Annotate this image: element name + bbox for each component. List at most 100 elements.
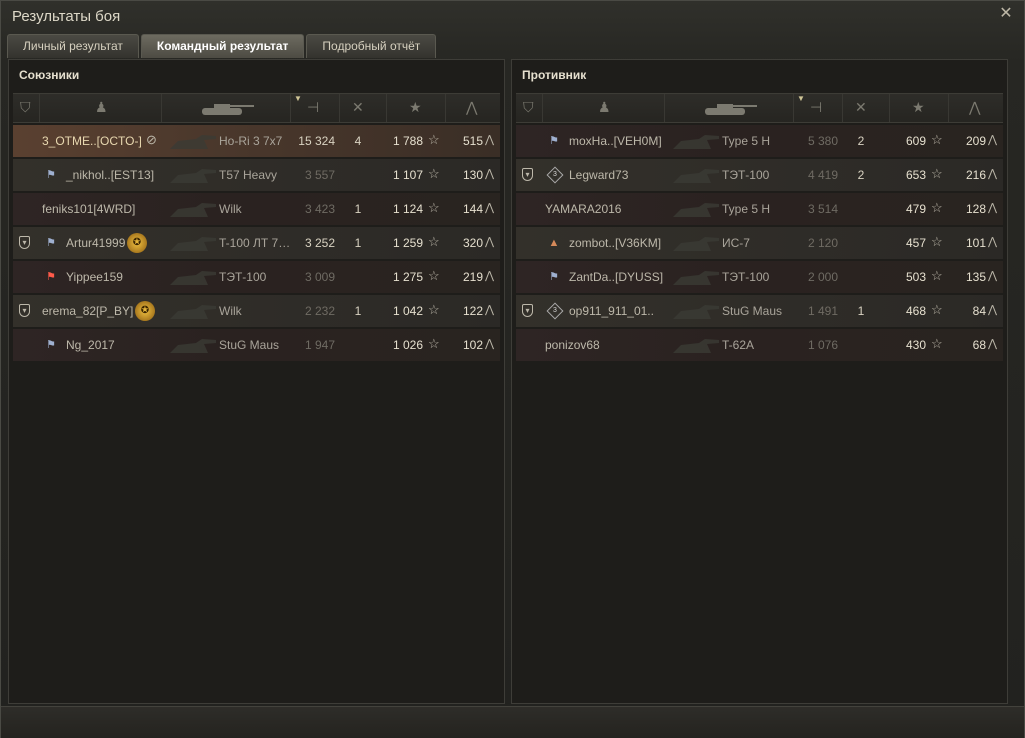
damage-column-header[interactable]: ▼ ⊣	[291, 94, 340, 122]
player-name: feniks101[4WRD]	[42, 202, 136, 216]
tank-silhouette-icon	[671, 127, 721, 155]
table-row[interactable]: ⚑ _nikhol..[EST13] T57 Heavy 3 557 1 107 ☆ 130…	[13, 159, 500, 191]
clan-column-header[interactable]: ⛉	[516, 94, 543, 122]
points-icon: ⋀	[485, 236, 495, 248]
table-row[interactable]: ⚑ ZantDa..[DYUSS] ТЭТ-100 2 000 503 ☆ 135 ⋀	[516, 261, 1003, 293]
xp-star-icon: ☆	[931, 166, 943, 181]
tank-silhouette-icon	[671, 297, 721, 325]
tank-name: ТЭТ-100	[722, 168, 770, 182]
table-row[interactable]: ▾ 3 Legward73 ТЭТ-100 4 419 2 653 ☆ 216 ⋀	[516, 159, 1003, 191]
tank-name: T-62A	[722, 338, 755, 352]
sort-arrow-icon: ▼	[294, 94, 302, 103]
points-value: 122	[462, 304, 483, 318]
tab-team-result[interactable]: Командный результат	[140, 34, 305, 58]
table-row[interactable]: ▾ 3 op911_911_01.. StuG Maus 1 491 1 468 ☆ 84 ⋀	[516, 295, 1003, 327]
table-row[interactable]: YAMARA2016 Type 5 H 3 514 479 ☆ 128 ⋀	[516, 193, 1003, 225]
tank-name: Type 5 H	[722, 134, 771, 148]
close-icon[interactable]: ✕	[998, 6, 1014, 22]
player-name: erema_82[P_BY]	[42, 304, 134, 318]
damage-value: 3 009	[304, 270, 335, 284]
xp-value: 653	[905, 168, 926, 182]
xp-star-icon: ☆	[428, 302, 440, 317]
damage-value: 1 491	[807, 304, 838, 318]
table-row[interactable]: feniks101[4WRD] Wilk 3 423 1 1 124 ☆ 144 ⋀	[13, 193, 500, 225]
points-icon: ⋀	[485, 270, 495, 282]
xp-value: 503	[905, 270, 926, 284]
tab-personal-result[interactable]: Личный результат	[7, 34, 139, 58]
tank-column-header[interactable]	[665, 94, 794, 122]
tank-silhouette-icon	[671, 263, 721, 291]
xp-value: 430	[905, 338, 926, 352]
xp-value: 1 788	[392, 134, 423, 148]
xp-star-icon: ☆	[931, 302, 943, 317]
points-value: 130	[462, 168, 483, 182]
points-value: 101	[965, 236, 986, 250]
player-column-header[interactable]: ♟	[40, 94, 162, 122]
rank-badge-icon: ⚑	[46, 339, 56, 351]
xp-column-header[interactable]: ★	[890, 94, 949, 122]
damage-value: 3 514	[807, 202, 838, 216]
xp-star-icon: ☆	[931, 200, 943, 215]
player-name: op911_911_01..	[569, 304, 654, 318]
damage-value: 3 423	[304, 202, 335, 216]
table-row[interactable]: ▾ erema_82[P_BY] Wilk 2 232 1 1 042 ☆ 122 ⋀ ✪	[13, 295, 500, 327]
damage-column-header[interactable]: ▼ ⊣	[794, 94, 843, 122]
player-name: Ng_2017	[66, 338, 115, 352]
tab-bar: Личный результат Командный результат Под…	[7, 34, 438, 58]
points-icon: ⋀	[988, 338, 998, 350]
table-row[interactable]: ponizov68 T-62A 1 076 430 ☆ 68 ⋀	[516, 329, 1003, 361]
tank-column-icon	[705, 104, 757, 115]
xp-value: 1 259	[392, 236, 423, 250]
rank-number: 3	[553, 307, 557, 314]
tank-silhouette-icon	[168, 229, 218, 257]
frags-value: 1	[354, 236, 362, 250]
player-column-icon: ♟	[598, 99, 611, 115]
xp-star-icon: ☆	[428, 132, 440, 147]
rank-badge-icon: ⚑	[46, 271, 56, 283]
table-row[interactable]: ⚑ Ng_2017 StuG Maus 1 947 1 026 ☆ 102 ⋀	[13, 329, 500, 361]
frags-column-header[interactable]: ✕	[340, 94, 387, 122]
tank-name: Wilk	[219, 304, 242, 318]
xp-column-header[interactable]: ★	[387, 94, 446, 122]
points-column-icon: ⋀	[969, 99, 981, 115]
xp-value: 609	[905, 134, 926, 148]
tab-detailed-report[interactable]: Подробный отчёт	[306, 34, 437, 58]
points-column-header[interactable]: ⋀	[949, 94, 1003, 122]
tank-name: StuG Maus	[219, 338, 280, 352]
tank-silhouette-icon	[671, 195, 721, 223]
clan-column-header[interactable]: ⛉	[13, 94, 40, 122]
points-icon: ⋀	[485, 338, 495, 350]
battle-results-window: Результаты боя ✕ Личный результат Команд…	[0, 0, 1025, 738]
frags-column-header[interactable]: ✕	[843, 94, 890, 122]
table-row[interactable]: 3_OTME..[OCTO-] Ho-Ri 3 7x7 15 324 4 1 788 ☆ 5…	[13, 125, 500, 157]
xp-value: 1 107	[392, 168, 423, 182]
points-value: 144	[462, 202, 483, 216]
bottom-bar	[1, 706, 1024, 738]
points-column-icon: ⋀	[466, 99, 478, 115]
tank-name: ТЭТ-100	[722, 270, 770, 284]
points-column-header[interactable]: ⋀	[446, 94, 500, 122]
player-column-header[interactable]: ♟	[543, 94, 665, 122]
damage-column-icon: ⊣	[307, 99, 320, 115]
player-name: _nikhol..[EST13]	[66, 168, 155, 182]
xp-star-icon: ☆	[931, 268, 943, 283]
medal-icon: ✪	[127, 233, 147, 253]
points-icon: ⋀	[485, 202, 495, 214]
table-row[interactable]: ▲ zombot..[V36KM] ИС-7 2 120 457 ☆ 101 ⋀	[516, 227, 1003, 259]
table-row[interactable]: ▾ ⚑ Artur41999 T-100 ЛТ 7… 3 252 1 1 259 ☆ 320 ⋀ ✪	[13, 227, 500, 259]
clan-shield-icon: ▾	[522, 168, 533, 181]
damage-value: 3 252	[304, 236, 335, 250]
damage-value: 1 947	[304, 338, 335, 352]
tank-name: Type 5 H	[722, 202, 771, 216]
damage-value: 2 000	[807, 270, 838, 284]
tank-column-header[interactable]	[162, 94, 291, 122]
window-title: Результаты боя	[12, 8, 121, 25]
tank-silhouette-icon	[168, 127, 218, 155]
tank-silhouette-icon	[671, 229, 721, 257]
xp-star-icon: ☆	[931, 234, 943, 249]
player-name: Yippee159	[66, 270, 123, 284]
table-row[interactable]: ⚑ Yippee159 ТЭТ-100 3 009 1 275 ☆ 219 ⋀	[13, 261, 500, 293]
player-name: YAMARA2016	[545, 202, 622, 216]
frags-value: 2	[857, 134, 865, 148]
table-row[interactable]: ⚑ moxHa..[VEH0M] Type 5 H 5 380 2 609 ☆ 209 ⋀	[516, 125, 1003, 157]
